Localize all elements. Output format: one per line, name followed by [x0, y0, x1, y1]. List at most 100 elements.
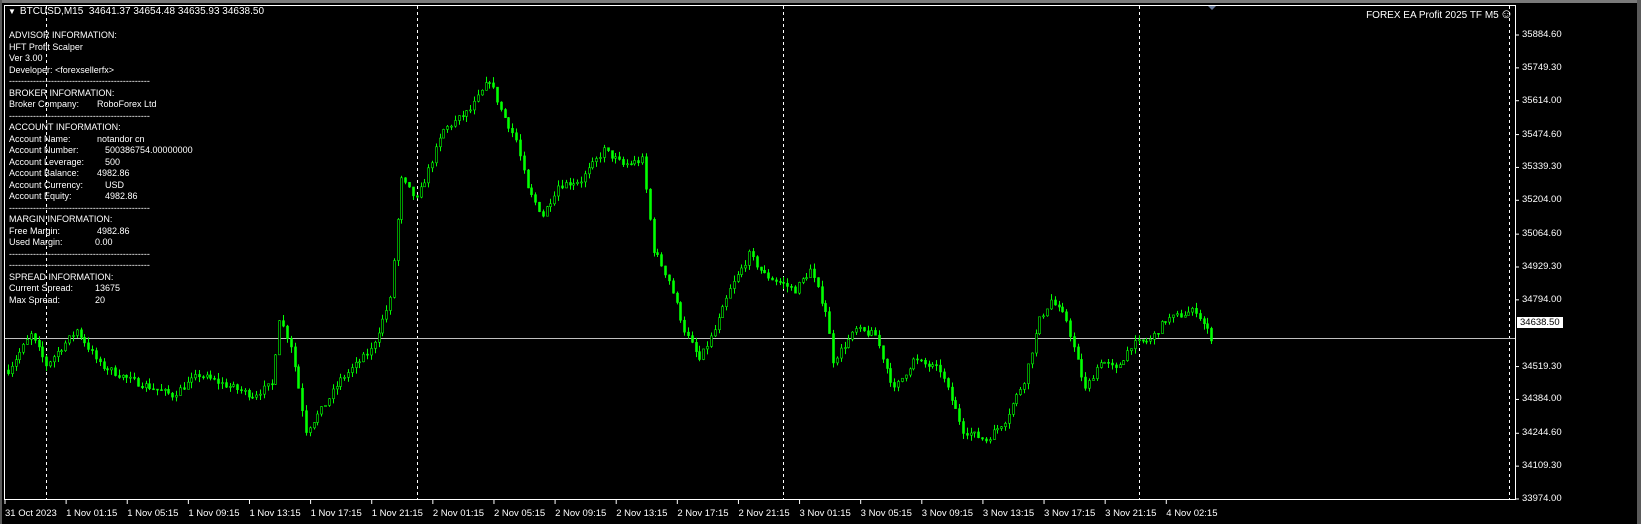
candle-body [374, 341, 377, 349]
candle [366, 348, 369, 360]
candle [1180, 309, 1183, 318]
candle [767, 269, 770, 281]
candle-body [878, 334, 881, 347]
candle-body [1004, 423, 1007, 428]
candle [1088, 378, 1091, 392]
candle [668, 274, 671, 285]
price-tick-label: 34929.30 [1522, 261, 1562, 272]
candle [832, 329, 835, 368]
candle [637, 156, 640, 167]
candle [1176, 310, 1179, 318]
candle-body [385, 310, 388, 320]
candle [225, 378, 228, 388]
candle-body [255, 394, 258, 398]
candle [481, 89, 484, 96]
candle [840, 343, 843, 362]
candle-body [847, 338, 850, 348]
info-row: ----------------------------------------… [9, 203, 150, 215]
candle-body [439, 137, 442, 148]
candle-body [11, 366, 14, 374]
info-label: Account Leverage: [9, 156, 85, 167]
candle-body [1206, 323, 1209, 329]
time-tick-label: 3 Nov 01:15 [799, 508, 851, 519]
time-tick-label: 1 Nov 21:15 [371, 508, 423, 519]
candle [408, 182, 411, 188]
candle-body [653, 219, 656, 253]
candle [362, 351, 365, 363]
candle [450, 124, 453, 131]
candle [400, 175, 403, 224]
candle [18, 348, 21, 364]
candle-body [870, 330, 873, 336]
candle [805, 272, 808, 281]
candle [393, 258, 396, 299]
expert-advisor-label[interactable]: FOREX EA Profit 2025 TF M5☺ [1366, 6, 1513, 21]
candle-body [935, 364, 938, 366]
candle-body [664, 265, 667, 276]
candle [733, 275, 736, 294]
candle [549, 198, 552, 212]
candle [439, 133, 442, 152]
candle-body [511, 128, 514, 134]
candle [454, 115, 457, 128]
candle [515, 128, 518, 143]
candle [30, 330, 33, 345]
candle [802, 277, 805, 285]
candle-body [916, 358, 919, 361]
candle-body [618, 156, 621, 160]
info-row: Max Spread: 20 [9, 295, 150, 307]
candle [546, 205, 549, 217]
candle [1065, 309, 1068, 323]
candle [981, 437, 984, 441]
candle [828, 306, 831, 334]
candle [1092, 375, 1095, 381]
candle [947, 377, 950, 391]
candle [790, 283, 793, 291]
candle-body [989, 439, 992, 442]
candle-body [1138, 339, 1141, 342]
candle-body [523, 155, 526, 171]
info-label: ----------------------------------------… [9, 248, 150, 259]
info-row: ACCOUNT INFORMATION: [9, 122, 150, 134]
candle [1054, 296, 1057, 306]
candle-body [114, 367, 117, 376]
candle [488, 80, 491, 89]
candle [660, 252, 663, 267]
candle-body [1199, 313, 1202, 320]
candle-body [683, 319, 686, 333]
price-chart[interactable] [0, 0, 1641, 524]
candle-body [420, 186, 423, 198]
candle [148, 378, 151, 391]
time-tick-label: 2 Nov 21:15 [738, 508, 790, 519]
candle-body [569, 182, 572, 186]
candle [423, 179, 426, 188]
info-label: ----------------------------------------… [9, 110, 150, 121]
candle-body [305, 410, 308, 433]
candle-body [133, 376, 136, 379]
candle-body [1119, 364, 1122, 368]
dropdown-triangle-icon[interactable]: ▼ [8, 7, 16, 16]
candle [702, 348, 705, 361]
candle-body [167, 389, 170, 394]
candle [217, 373, 220, 390]
candle [458, 115, 461, 125]
candle-body [897, 381, 900, 388]
candle-body [672, 280, 675, 294]
candle-body [412, 186, 415, 197]
candle-body [1184, 315, 1187, 318]
candle [469, 104, 472, 114]
candle-body [1168, 317, 1171, 323]
candle-body [737, 274, 740, 282]
candle [122, 374, 125, 381]
candle-body [1061, 306, 1064, 313]
candle [95, 347, 98, 364]
candle [870, 327, 873, 337]
candle-body [68, 335, 71, 344]
price-tick-label: 34519.30 [1522, 360, 1562, 372]
candle [156, 388, 159, 396]
candle [198, 370, 201, 383]
candle-body [867, 330, 870, 336]
candle-body [297, 366, 300, 389]
candle [1164, 321, 1167, 325]
candle-body [358, 361, 361, 364]
